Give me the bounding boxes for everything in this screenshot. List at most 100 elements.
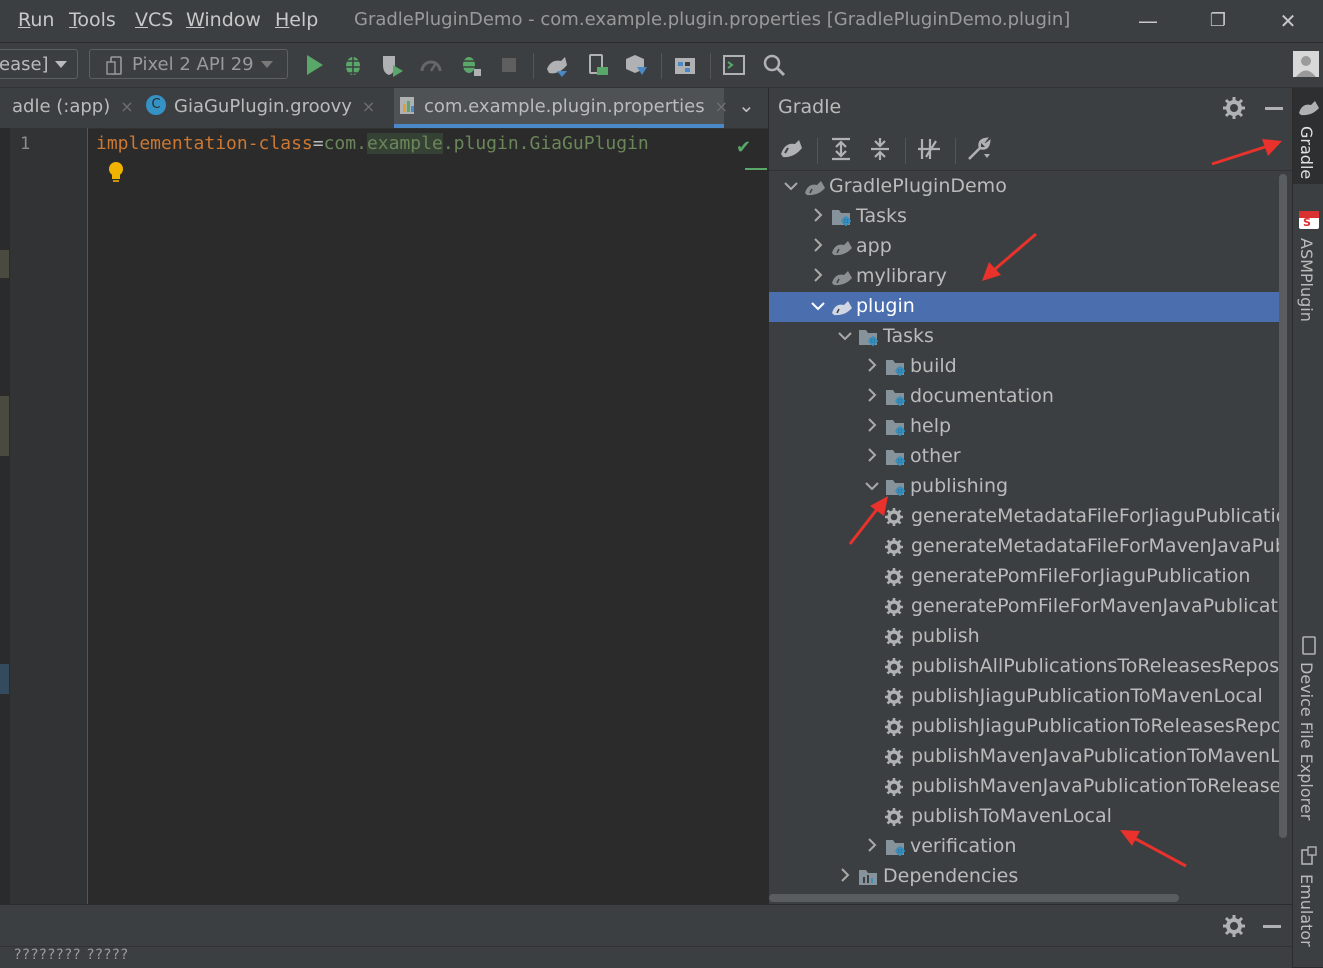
toolbar-separator xyxy=(533,53,534,79)
menu-help[interactable]: Help xyxy=(275,9,318,31)
tree-row-label: generateMetadataFileForJiaguPublication xyxy=(911,505,1279,527)
close-button[interactable]: ✕ xyxy=(1268,6,1308,36)
tree-row[interactable]: publishJiaguPublicationToMavenLocal xyxy=(769,682,1279,712)
menu-vcs[interactable]: VCS xyxy=(135,9,173,31)
tree-row[interactable]: generateMetadataFileForMavenJavaPublicat… xyxy=(769,532,1279,562)
chevron-right-icon[interactable] xyxy=(864,836,880,856)
tab-emulator[interactable]: Emulator xyxy=(1297,874,1316,947)
tree-row[interactable]: documentation xyxy=(769,382,1279,412)
tree-row[interactable]: GradlePluginDemo xyxy=(769,172,1279,202)
run-icon[interactable] xyxy=(303,53,327,77)
device-combo[interactable]: Pixel 2 API 29 xyxy=(89,49,288,79)
tab-com-example-plugin-properties[interactable]: com.example.plugin.properties × xyxy=(394,88,728,128)
chevron-down-icon[interactable] xyxy=(864,476,880,496)
chevron-right-icon[interactable] xyxy=(864,386,880,406)
tree-row[interactable]: generatePomFileForJiaguPublication xyxy=(769,562,1279,592)
chevron-down-icon[interactable] xyxy=(783,176,799,196)
run-config-label: ease] xyxy=(0,54,49,75)
minimize-button[interactable]: — xyxy=(1128,6,1168,36)
sdk-manager-icon[interactable] xyxy=(623,53,647,77)
minimize-panel-icon[interactable] xyxy=(1261,914,1283,938)
tree-row[interactable]: plugin xyxy=(769,292,1279,322)
tree-row[interactable]: publishing xyxy=(769,472,1279,502)
device-label: Pixel 2 API 29 xyxy=(132,54,254,75)
tree-row[interactable]: other xyxy=(769,442,1279,472)
tree-row[interactable]: publishToMavenLocal xyxy=(769,802,1279,832)
property-value: com. xyxy=(323,133,367,154)
tree-row[interactable]: publish xyxy=(769,622,1279,652)
gear-icon[interactable] xyxy=(1222,914,1246,938)
stop-icon[interactable] xyxy=(497,53,521,77)
debug-icon[interactable] xyxy=(341,53,365,77)
menu-tools[interactable]: Tools xyxy=(69,9,116,31)
tree-row[interactable]: Tasks xyxy=(769,202,1279,232)
horizontal-scrollbar[interactable] xyxy=(769,894,1179,902)
search-icon[interactable] xyxy=(762,53,786,77)
menu-window[interactable]: Window xyxy=(186,9,261,31)
coverage-icon[interactable] xyxy=(380,53,404,77)
chevron-right-icon[interactable] xyxy=(864,416,880,436)
tree-row[interactable]: mylibrary xyxy=(769,262,1279,292)
chevron-right-icon[interactable] xyxy=(864,446,880,466)
sync-gradle-icon[interactable] xyxy=(545,53,569,77)
chevron-right-icon[interactable] xyxy=(864,356,880,376)
reload-gradle-icon[interactable] xyxy=(779,136,805,162)
tree-row[interactable]: publishJiaguPublicationToReleasesReposit… xyxy=(769,712,1279,742)
tab-close-icon[interactable]: × xyxy=(362,97,375,116)
menu-window-label: indow xyxy=(204,9,261,31)
tab-device-file-explorer[interactable]: Device File Explorer xyxy=(1297,662,1316,820)
tree-row[interactable]: generatePomFileForMavenJavaPublication xyxy=(769,592,1279,622)
menu-run[interactable]: Run xyxy=(18,9,54,31)
collapse-all-icon[interactable] xyxy=(867,136,893,162)
tab-asmplugin[interactable]: ASMPlugin xyxy=(1297,238,1316,322)
tab-gradle[interactable]: Gradle xyxy=(1297,126,1316,179)
right-tool-window-bar: Gradle S ASMPlugin Device File Explorer … xyxy=(1292,88,1323,967)
tree-row[interactable]: publishMavenJavaPublicationToMavenLocal xyxy=(769,742,1279,772)
avatar[interactable] xyxy=(1293,51,1319,77)
menu-bar: Run Tools VCS Window Help GradlePluginDe… xyxy=(0,0,1323,43)
terminal-icon[interactable] xyxy=(722,53,746,77)
tab-close-icon[interactable]: × xyxy=(120,97,133,116)
attach-debugger-icon[interactable] xyxy=(458,53,482,77)
wrench-icon[interactable] xyxy=(966,136,992,162)
expand-all-icon[interactable] xyxy=(828,136,854,162)
code-line[interactable]: implementation-class=com.example.plugin.… xyxy=(96,133,649,154)
tree-row[interactable]: publishMavenJavaPublicationToReleasesRep… xyxy=(769,772,1279,802)
gear-icon[interactable] xyxy=(1222,96,1246,120)
chevron-down-icon[interactable] xyxy=(837,326,853,346)
project-structure-icon[interactable] xyxy=(673,53,697,77)
vertical-scrollbar[interactable] xyxy=(1279,174,1287,838)
editor-gutter: 1 xyxy=(10,128,88,904)
elephant-icon xyxy=(832,241,852,256)
chevron-down-icon[interactable] xyxy=(810,296,826,316)
tab-overflow-button[interactable]: ⌄ xyxy=(738,86,755,126)
tree-row[interactable]: verification xyxy=(769,832,1279,862)
tree-row[interactable]: generateMetadataFileForJiaguPublication xyxy=(769,502,1279,532)
tree-row-label: publishJiaguPublicationToReleasesReposit… xyxy=(911,715,1279,737)
tab-giaguplugin-groovy[interactable]: C GiaGuPlugin.groovy × xyxy=(146,88,375,128)
avd-manager-icon[interactable] xyxy=(585,53,609,77)
tree-row[interactable]: build xyxy=(769,352,1279,382)
chevron-right-icon[interactable] xyxy=(810,266,826,286)
tree-row[interactable]: publishAllPublicationsToReleasesReposito… xyxy=(769,652,1279,682)
tree-row[interactable]: Tasks xyxy=(769,322,1279,352)
tree-row[interactable]: help xyxy=(769,412,1279,442)
tree-row-label: publishMavenJavaPublicationToReleasesRep… xyxy=(911,775,1279,797)
chevron-right-icon[interactable] xyxy=(810,236,826,256)
run-config-combo[interactable]: ease] xyxy=(0,49,78,79)
tab-build-gradle-app[interactable]: adle (:app) × xyxy=(12,88,134,128)
inspection-ok-icon[interactable]: ✔ xyxy=(736,137,751,158)
tree-row-label: other xyxy=(910,445,961,467)
toggle-offline-icon[interactable] xyxy=(916,136,942,162)
tree-row[interactable]: app xyxy=(769,232,1279,262)
restore-button[interactable]: ❐ xyxy=(1198,6,1238,36)
chevron-right-icon[interactable] xyxy=(837,866,853,886)
chevron-right-icon[interactable] xyxy=(810,206,826,226)
tree-row[interactable]: Dependencies xyxy=(769,862,1279,892)
lightbulb-icon[interactable] xyxy=(107,160,125,184)
tree-row-label: plugin xyxy=(856,295,915,317)
elephant-icon xyxy=(832,301,852,316)
minimize-panel-icon[interactable] xyxy=(1263,96,1285,120)
profile-icon[interactable] xyxy=(419,53,443,77)
tab-close-icon[interactable]: × xyxy=(715,97,728,116)
